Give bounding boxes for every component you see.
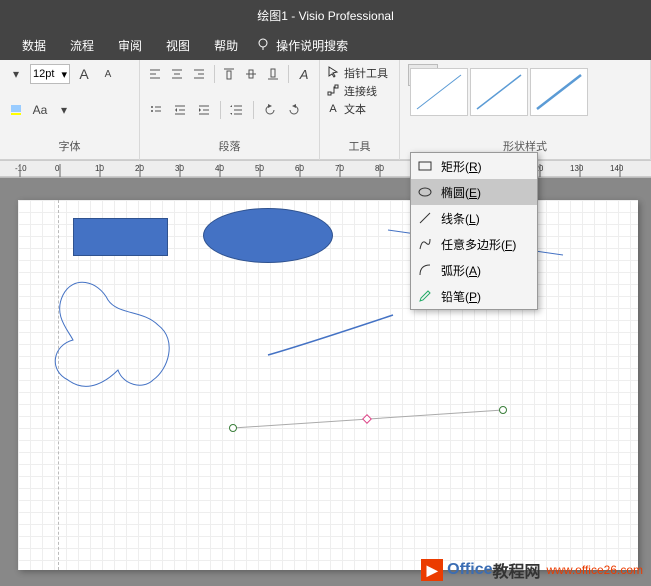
dec-indent-button[interactable] (170, 100, 190, 120)
svg-text:140: 140 (610, 164, 624, 173)
watermark-url: www.office26.com (547, 563, 644, 577)
font-size-value: 12pt (33, 68, 54, 80)
canvas-area[interactable] (0, 178, 651, 586)
separator (220, 101, 221, 119)
pointer-icon (326, 66, 340, 81)
shape-dropdown-menu: 矩形(R) 椭圆(E) 线条(L) 任意多边形(F) 弧形(A) 铅笔(P) (410, 152, 538, 310)
paragraph-group-label: 段落 (146, 136, 313, 156)
midpoint-handle[interactable] (363, 415, 371, 423)
svg-text:-10: -10 (15, 164, 27, 173)
rotate-left-button[interactable] (260, 100, 280, 120)
align-center-button[interactable] (168, 64, 186, 84)
menu-help[interactable]: 帮助 (202, 37, 250, 54)
align-middle-button[interactable] (242, 64, 260, 84)
endpoint-handle-end[interactable] (499, 406, 507, 414)
font-group-label: 字体 (6, 136, 133, 156)
drawing-svg (18, 200, 638, 570)
window-title: 绘图1 - Visio Professional (257, 7, 394, 24)
connector-label: 连接线 (344, 83, 377, 99)
shrink-font-button[interactable]: A (98, 64, 118, 84)
align-right-button[interactable] (190, 64, 208, 84)
separator (288, 65, 289, 83)
highlight-button[interactable] (6, 100, 26, 120)
freeform-icon (417, 236, 433, 252)
drawing-page[interactable] (18, 200, 638, 570)
text-tool-button[interactable]: A 文本 (326, 100, 393, 118)
menu-freeform-label: 任意多边形(F) (441, 236, 516, 253)
text-label: 文本 (344, 101, 366, 117)
menu-rectangle-label: 矩形(R) (441, 158, 482, 175)
bulb-icon (256, 37, 270, 54)
ribbon: ▾ 12pt ▾ A A Aa ▾ 字体 A (0, 60, 651, 160)
pointer-tool-button[interactable]: 指针工具 (326, 64, 393, 82)
inc-indent-button[interactable] (194, 100, 214, 120)
tools-group: 指针工具 连接线 A 文本 ▾ 工具 (320, 60, 400, 160)
style-gallery (406, 64, 644, 120)
watermark-brand2: 教程网 (492, 558, 540, 582)
freeform-shape[interactable] (55, 282, 169, 386)
menu-rectangle[interactable]: 矩形(R) (411, 153, 537, 179)
rotate-right-button[interactable] (284, 100, 304, 120)
separator (214, 65, 215, 83)
grow-font-button[interactable]: A (74, 64, 94, 84)
style-swatch-1[interactable] (410, 68, 468, 116)
endpoint-handle-start[interactable] (229, 424, 237, 432)
tools-group-label: 工具 (326, 136, 393, 156)
more-font-icon[interactable]: ▾ (54, 100, 74, 120)
style-swatch-3[interactable] (530, 68, 588, 116)
line-icon (417, 210, 433, 226)
horizontal-ruler: -10010 203040 506070 8090100 110120130 1… (0, 160, 651, 178)
align-bottom-button[interactable] (264, 64, 282, 84)
align-left-button[interactable] (146, 64, 164, 84)
menu-ellipse-label: 椭圆(E) (441, 184, 481, 201)
chevron-down-icon: ▾ (61, 68, 67, 81)
menu-line[interactable]: 线条(L) (411, 205, 537, 231)
menu-arc-label: 弧形(A) (441, 262, 481, 279)
menu-bar: 数据 流程 审阅 视图 帮助 操作说明搜索 (0, 30, 651, 60)
arc-shape[interactable] (268, 315, 393, 355)
watermark-logo: ▶ (421, 559, 443, 581)
menu-freeform[interactable]: 任意多边形(F) (411, 231, 537, 257)
menu-pencil[interactable]: 铅笔(P) (411, 283, 537, 309)
pencil-icon (417, 288, 433, 304)
text-icon: A (326, 103, 340, 115)
menu-flow[interactable]: 流程 (58, 37, 106, 54)
bullets-button[interactable] (146, 100, 166, 120)
ellipse-icon (417, 184, 433, 200)
menu-arc[interactable]: 弧形(A) (411, 257, 537, 283)
arc-icon (417, 262, 433, 278)
watermark: ▶ Office 教程网 www.office26.com (421, 558, 643, 582)
connector-tool-button[interactable]: 连接线 (326, 82, 393, 100)
align-top-button[interactable] (221, 64, 239, 84)
font-dropdown-icon[interactable]: ▾ (6, 64, 26, 84)
watermark-brand1: Office (447, 561, 492, 579)
font-size-input[interactable]: 12pt ▾ (30, 64, 70, 84)
svg-text:130: 130 (570, 164, 584, 173)
svg-text:0: 0 (55, 164, 60, 173)
menu-pencil-label: 铅笔(P) (441, 288, 481, 305)
text-direction-button[interactable]: A (295, 64, 313, 84)
menu-review[interactable]: 审阅 (106, 37, 154, 54)
separator (253, 101, 254, 119)
case-button[interactable]: Aa (30, 100, 50, 120)
line-spacing-button[interactable] (227, 100, 247, 120)
shape-styles-group: 形状样式 (400, 60, 651, 160)
menu-data[interactable]: 数据 (10, 37, 58, 54)
style-swatch-2[interactable] (470, 68, 528, 116)
connector-icon (326, 84, 340, 99)
menu-line-label: 线条(L) (441, 210, 480, 227)
pointer-label: 指针工具 (344, 65, 388, 81)
menu-ellipse[interactable]: 椭圆(E) (411, 179, 537, 205)
font-group: ▾ 12pt ▾ A A Aa ▾ 字体 (0, 60, 140, 160)
menu-view[interactable]: 视图 (154, 37, 202, 54)
paragraph-group: A 段落 (140, 60, 320, 160)
rectangle-icon (417, 158, 433, 174)
tell-me-search[interactable]: 操作说明搜索 (276, 37, 360, 54)
title-bar: 绘图1 - Visio Professional (0, 0, 651, 30)
